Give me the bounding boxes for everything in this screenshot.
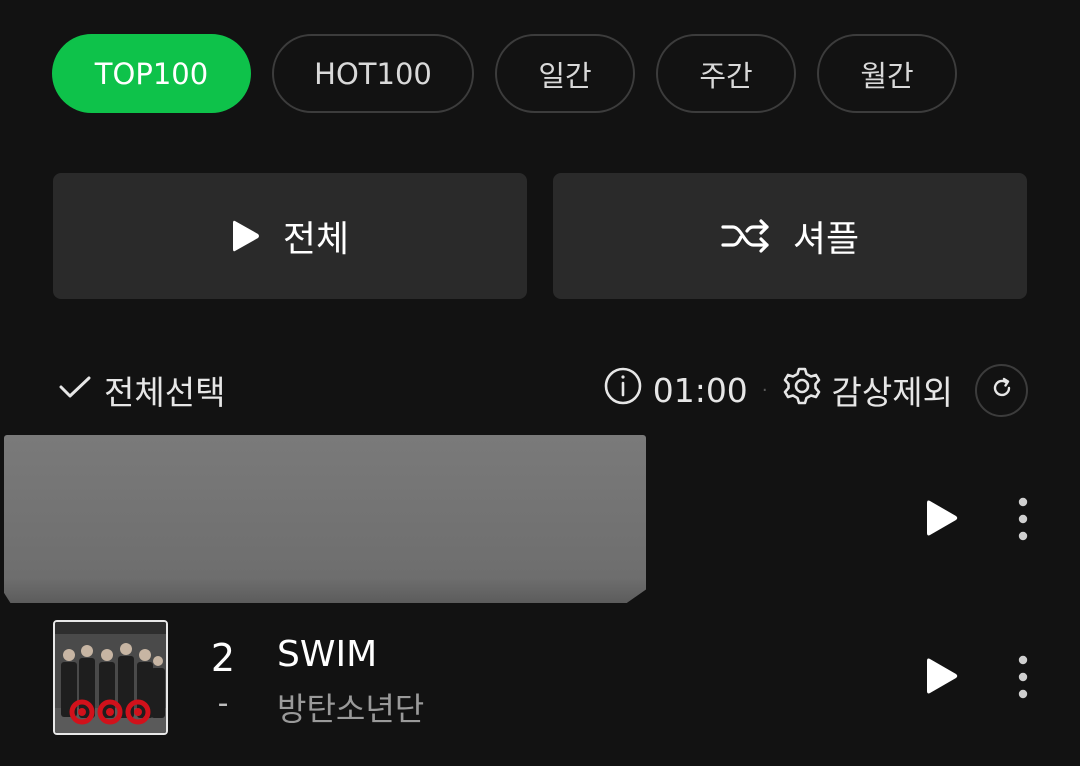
rank-change: - <box>217 686 229 721</box>
more-options-button[interactable] <box>1008 496 1038 546</box>
tab-monthly[interactable]: 월간 <box>817 34 957 113</box>
gear-icon <box>782 366 822 414</box>
rank-number: 2 <box>210 636 236 680</box>
update-time-info[interactable]: 01:00 <box>603 366 748 414</box>
song-title[interactable]: SWIM <box>277 634 377 675</box>
toolbar-right: 01:00 · 감상제외 <box>603 363 1028 417</box>
obscured-overlay <box>4 435 646 603</box>
list-toolbar: 전체선택 01:00 · 감상제외 <box>58 362 1028 418</box>
artist-name[interactable]: 방탄소년단 <box>277 684 424 730</box>
refresh-icon <box>990 376 1014 404</box>
more-vertical-icon <box>1018 655 1028 703</box>
select-all-toggle[interactable]: 전체선택 <box>58 366 225 414</box>
play-all-label: 전체 <box>282 219 350 260</box>
tab-top100[interactable]: TOP100 <box>52 34 251 113</box>
tab-weekly[interactable]: 주간 <box>656 34 796 113</box>
shuffle-icon <box>721 219 771 253</box>
separator-dot: · <box>761 379 768 401</box>
more-options-button[interactable] <box>1008 654 1038 704</box>
check-icon <box>58 371 92 410</box>
list-item[interactable] <box>0 435 1080 603</box>
play-all-button[interactable]: 전체 <box>53 173 527 299</box>
play-icon <box>925 656 959 700</box>
update-time: 01:00 <box>652 370 748 410</box>
exclude-settings-button[interactable]: 감상제외 <box>782 366 953 414</box>
info-icon <box>603 366 643 414</box>
row-play-button[interactable] <box>920 656 964 700</box>
tab-hot100[interactable]: HOT100 <box>272 34 474 113</box>
list-item[interactable]: 2 - SWIM 방탄소년단 <box>0 604 1080 754</box>
tab-daily[interactable]: 일간 <box>495 34 635 113</box>
select-all-label: 전체선택 <box>104 373 226 412</box>
shuffle-button[interactable]: 셔플 <box>553 173 1027 299</box>
more-vertical-icon <box>1018 497 1028 545</box>
exclude-label: 감상제외 <box>831 373 953 412</box>
refresh-button[interactable] <box>975 363 1028 417</box>
play-icon <box>231 218 261 254</box>
play-controls: 전체 셔플 <box>53 173 1027 299</box>
chart-tabs: TOP100 HOT100 일간 주간 월간 <box>52 34 957 113</box>
shuffle-label: 셔플 <box>792 219 860 260</box>
play-icon <box>925 498 959 542</box>
album-thumbnail[interactable] <box>53 620 168 735</box>
row-play-button[interactable] <box>920 498 964 542</box>
